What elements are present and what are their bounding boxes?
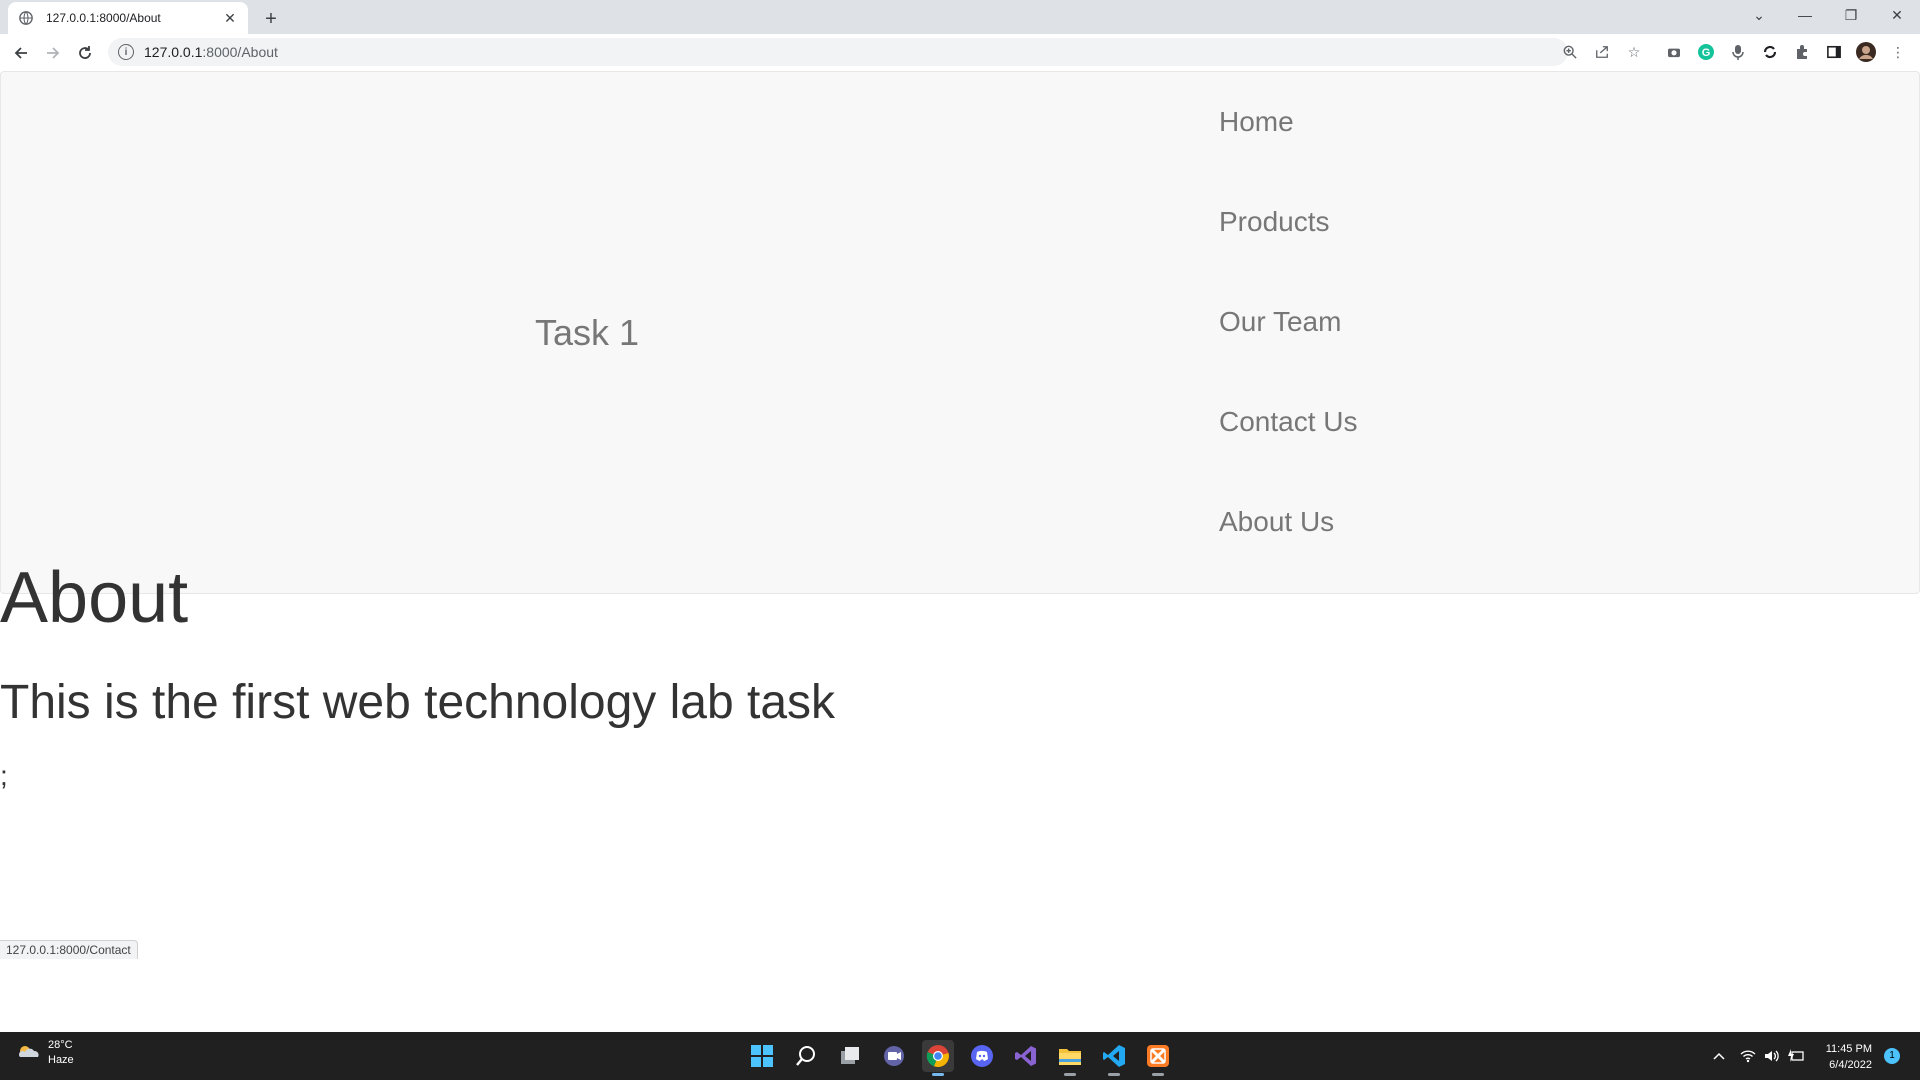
weather-haze-icon	[18, 1046, 39, 1057]
tab-title: 127.0.0.1:8000/About	[46, 11, 161, 25]
running-indicator	[1152, 1073, 1164, 1076]
nav-our-team[interactable]: Our Team	[1219, 272, 1619, 372]
running-indicator	[1064, 1073, 1076, 1076]
side-panel-icon[interactable]	[1822, 40, 1846, 64]
nav-about-us[interactable]: About Us	[1219, 472, 1619, 572]
nav-list: Home Products Our Team Contact Us About …	[1219, 72, 1619, 572]
page-viewport: Task 1 Home Products Our Team Contact Us…	[0, 71, 1920, 1032]
page-title: About	[0, 558, 189, 638]
tab-strip: 127.0.0.1:8000/About ✕ + ⌄ — ❐ ✕	[0, 0, 1920, 34]
close-window-button[interactable]: ✕	[1874, 0, 1920, 30]
page-paragraph: This is the first web technology lab tas…	[0, 676, 836, 729]
back-icon[interactable]	[6, 38, 36, 68]
volume-icon[interactable]	[1764, 1032, 1780, 1080]
start-icon[interactable]	[746, 1040, 778, 1072]
star-icon[interactable]: ☆	[1622, 40, 1646, 64]
search-icon[interactable]	[790, 1040, 822, 1072]
browser-chrome: 127.0.0.1:8000/About ✕ + ⌄ — ❐ ✕ i 127.0…	[0, 0, 1920, 71]
visual-studio-icon[interactable]	[1010, 1040, 1042, 1072]
sync-extension-icon[interactable]	[1758, 40, 1782, 64]
navbar: Task 1 Home Products Our Team Contact Us…	[0, 71, 1920, 594]
tab-search-icon[interactable]: ⌄	[1736, 0, 1782, 30]
taskbar: 28°C Haze 11:45 PM 6/4/2022 1	[0, 1032, 1920, 1080]
weather-temperature: 28°C	[48, 1039, 73, 1051]
globe-icon	[18, 10, 34, 26]
file-explorer-icon[interactable]	[1054, 1040, 1086, 1076]
microphone-icon[interactable]	[1726, 40, 1750, 64]
wifi-icon[interactable]	[1740, 1032, 1756, 1080]
discord-icon[interactable]	[966, 1040, 998, 1072]
address-bar[interactable]: i 127.0.0.1:8000/About	[108, 38, 1568, 66]
notification-badge[interactable]: 1	[1884, 1048, 1900, 1064]
chrome-icon[interactable]	[922, 1040, 954, 1076]
brand[interactable]: Task 1	[535, 312, 639, 354]
weather-condition: Haze	[48, 1054, 74, 1066]
close-tab-icon[interactable]: ✕	[222, 10, 238, 26]
clock-date: 6/4/2022	[1829, 1059, 1872, 1071]
svg-text:G: G	[1702, 47, 1711, 59]
running-indicator	[1108, 1073, 1120, 1076]
clock-time: 11:45 PM	[1825, 1043, 1872, 1055]
extensions-icon[interactable]	[1790, 40, 1814, 64]
show-hidden-icons-icon[interactable]	[1712, 1032, 1726, 1080]
new-tab-button[interactable]: +	[258, 6, 284, 32]
grammarly-icon[interactable]: G	[1694, 40, 1718, 64]
battery-icon[interactable]	[1788, 1032, 1804, 1080]
camera-icon[interactable]	[1662, 40, 1686, 64]
nav-contact-us[interactable]: Contact Us	[1219, 372, 1619, 472]
restore-button[interactable]: ❐	[1828, 0, 1874, 30]
url-text: 127.0.0.1:8000/About	[144, 44, 278, 60]
active-indicator	[932, 1073, 944, 1076]
clock[interactable]: 11:45 PM 6/4/2022	[1812, 1041, 1872, 1073]
avatar[interactable]	[1854, 40, 1878, 64]
teams-chat-icon[interactable]	[878, 1040, 910, 1072]
nav-home[interactable]: Home	[1219, 72, 1619, 172]
status-bubble: 127.0.0.1:8000/Contact	[0, 940, 138, 959]
share-icon[interactable]	[1590, 40, 1614, 64]
tab-active[interactable]: 127.0.0.1:8000/About ✕	[8, 2, 248, 34]
weather-widget[interactable]: 28°C Haze	[16, 1038, 74, 1068]
minimize-button[interactable]: —	[1782, 0, 1828, 30]
task-view-icon[interactable]	[834, 1040, 866, 1072]
reload-icon[interactable]	[70, 38, 100, 68]
toolbar: i 127.0.0.1:8000/About ☆ G ⋮	[0, 34, 1920, 71]
nav-products[interactable]: Products	[1219, 172, 1619, 272]
info-icon[interactable]: i	[118, 44, 134, 60]
xampp-icon[interactable]	[1142, 1040, 1174, 1076]
trailing-text: ;	[0, 760, 8, 791]
forward-icon[interactable]	[38, 38, 68, 68]
zoom-icon[interactable]	[1558, 40, 1582, 64]
menu-icon[interactable]: ⋮	[1886, 40, 1910, 64]
vscode-icon[interactable]	[1098, 1040, 1130, 1076]
